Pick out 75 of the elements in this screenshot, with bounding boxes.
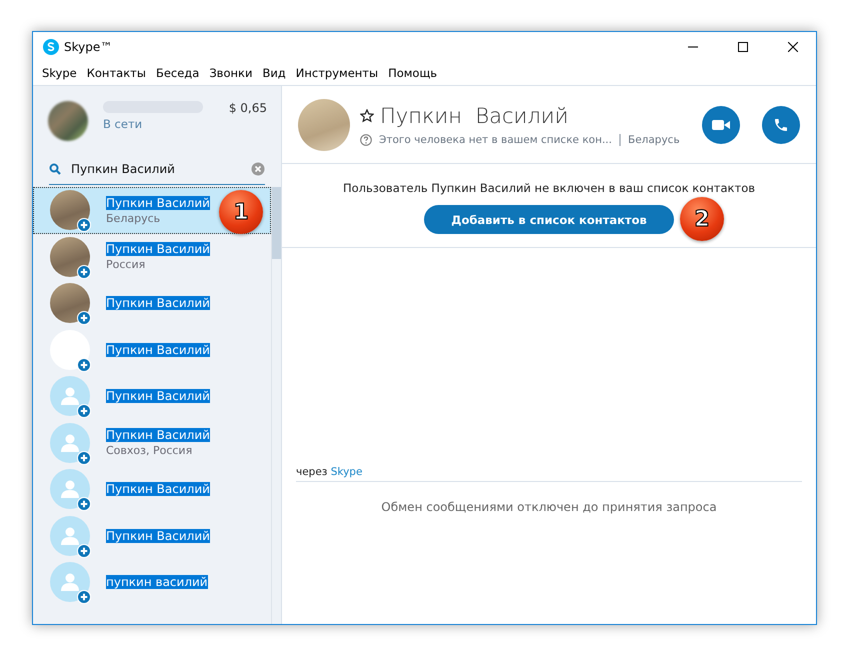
contact-item[interactable]: Пупкин Василий Совхоз, Россия xyxy=(33,420,271,466)
default-avatar xyxy=(50,562,90,602)
contact-name: пупкин василий xyxy=(106,575,208,590)
contact-item[interactable]: Пупкин Василий xyxy=(33,373,271,420)
add-contact-icon xyxy=(77,544,91,558)
step-number: 2 xyxy=(680,197,724,241)
question-icon xyxy=(360,134,372,146)
photo-placeholder xyxy=(50,190,90,230)
close-icon xyxy=(788,42,798,52)
menu-item[interactable]: Вид xyxy=(260,66,291,80)
contact-location: Совхоз, Россия xyxy=(106,444,194,458)
default-avatar xyxy=(50,516,90,556)
default-avatar xyxy=(50,376,90,416)
add-contact-icon xyxy=(77,218,91,232)
menu-item[interactable]: Контакты xyxy=(84,66,151,80)
contact-name: Пупкин Василий xyxy=(106,482,210,496)
contact-item[interactable]: пупкин василий xyxy=(33,559,271,606)
photo-placeholder xyxy=(50,283,90,324)
blank-avatar xyxy=(50,330,90,370)
default-avatar xyxy=(50,422,90,463)
add-contact-icon xyxy=(77,404,91,418)
contact-name: Пупкин Василий xyxy=(106,242,210,256)
add-contact-icon xyxy=(77,590,91,604)
clear-icon[interactable] xyxy=(251,162,265,176)
balance-text: $ 0,65 xyxy=(228,101,267,115)
add-contact-icon xyxy=(77,497,91,512)
contact-name: Пупкин Василий xyxy=(106,428,210,442)
contact-name: Пупкин Василий xyxy=(106,528,210,543)
separator-icon xyxy=(618,134,621,146)
contact-name: Пупкин Василий xyxy=(106,389,210,404)
step-number: 1 xyxy=(219,190,263,234)
search-field[interactable]: Пупкин Василий xyxy=(71,162,241,176)
video-camera-icon xyxy=(712,118,730,130)
contact-location: Беларусь xyxy=(106,212,162,225)
maximize-icon xyxy=(738,42,748,52)
skype-logo-icon xyxy=(42,38,60,56)
photo-placeholder xyxy=(298,98,350,150)
default-avatar xyxy=(50,469,90,510)
contact-location: Россия xyxy=(106,258,146,272)
contact-name: Пупкин Василий xyxy=(106,342,210,357)
menu-item[interactable]: Беседа xyxy=(154,66,204,80)
status-text: В сети xyxy=(103,117,144,131)
contact-item[interactable]: Пупкин Василий xyxy=(33,466,271,512)
contact-name: Пупкин Василий xyxy=(106,296,210,310)
star-icon[interactable] xyxy=(360,108,374,122)
contact-note: Этого человека нет в вашем списке кон... xyxy=(379,134,612,146)
window-title: Skype™ xyxy=(64,40,114,54)
search-icon xyxy=(49,163,61,175)
call-button[interactable] xyxy=(762,106,800,144)
menu-item[interactable]: Помощь xyxy=(386,66,442,80)
via-text: через Skype xyxy=(296,466,802,482)
contact-name: Пупкин Василий xyxy=(106,196,210,210)
contact-name: Пупкин Василий xyxy=(380,104,568,128)
menu-item[interactable]: Звонки xyxy=(207,66,258,80)
menu-item[interactable]: Skype xyxy=(40,66,82,80)
photo-placeholder xyxy=(50,236,90,277)
add-contact-icon xyxy=(77,358,91,372)
add-contact-icon xyxy=(77,311,91,326)
scrollbar[interactable] xyxy=(271,187,281,624)
notice-text: Пользователь Пупкин Василий не включен в ваш список контактов xyxy=(342,181,756,195)
messaging-disabled-text: Обмен сообщениями отключен до принятия запроса xyxy=(380,499,718,516)
add-contact-icon xyxy=(77,450,91,465)
contact-item[interactable]: Пупкин Василий Россия xyxy=(33,234,271,280)
add-contact-button[interactable]: Добавить в список контактов xyxy=(424,205,674,234)
contact-country: Беларусь xyxy=(628,134,680,146)
skype-link[interactable]: Skype xyxy=(330,466,362,478)
contact-item[interactable]: Пупкин Василий xyxy=(33,280,271,326)
contact-item[interactable]: Пупкин Василий Беларусь 1 xyxy=(33,187,271,234)
add-contact-icon xyxy=(77,264,91,279)
menu-item[interactable]: Инструменты xyxy=(294,66,384,80)
contact-item[interactable]: Пупкин Василий xyxy=(33,512,271,559)
contact-item[interactable]: Пупкин Василий xyxy=(33,326,271,373)
phone-icon xyxy=(773,116,789,132)
video-call-button[interactable] xyxy=(702,106,740,144)
blurred-avatar xyxy=(48,101,88,141)
